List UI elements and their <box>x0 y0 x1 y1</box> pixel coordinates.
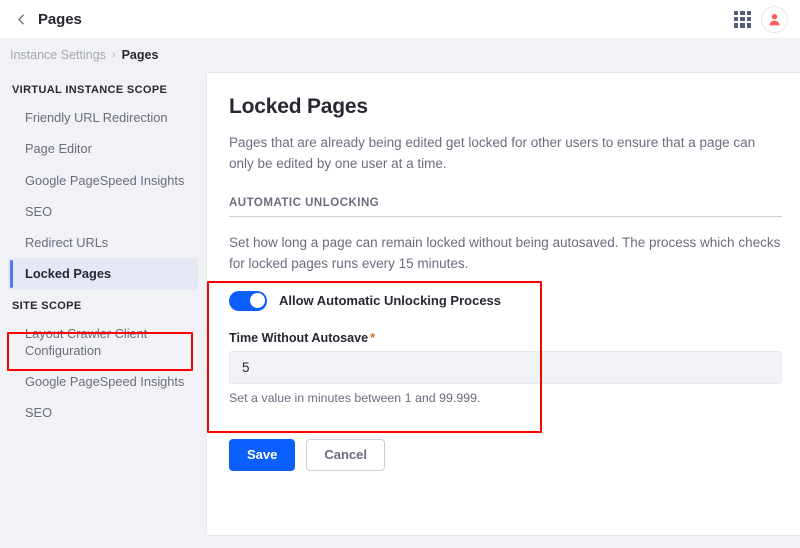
time-without-autosave-help: Set a value in minutes between 1 and 99.… <box>229 390 481 405</box>
top-bar-actions <box>734 5 790 33</box>
form-actions: Save Cancel <box>229 438 782 471</box>
field-label-text: Time Without Autosave <box>229 330 369 345</box>
grid-cell <box>746 23 751 28</box>
avatar[interactable] <box>761 5 788 33</box>
page-title: Pages <box>38 10 82 28</box>
settings-sidebar: VIRTUAL INSTANCE SCOPE Friendly URL Redi… <box>0 72 206 548</box>
grid-cell <box>734 23 739 28</box>
sidebar-item-layout-crawler-client-configuration[interactable]: Layout Crawler Client Configuration <box>0 318 206 367</box>
sidebar-item-seo-site[interactable]: SEO <box>0 397 206 428</box>
grid-cell <box>740 16 745 22</box>
section-description: Set how long a page can remain locked wi… <box>229 234 781 271</box>
sidebar-group-label-site-scope: SITE SCOPE <box>12 299 82 312</box>
cancel-button[interactable]: Cancel <box>306 438 386 471</box>
chevron-left-icon[interactable] <box>10 8 32 30</box>
card-title: Locked Pages <box>229 95 368 118</box>
main-content: Locked Pages Pages that are already bein… <box>206 72 800 548</box>
breadcrumb-separator-icon: › <box>111 49 116 61</box>
grid-cell <box>740 10 745 15</box>
sidebar-item-seo[interactable]: SEO <box>0 196 206 227</box>
app-grid-icon[interactable] <box>734 10 751 28</box>
required-asterisk-icon: * <box>370 330 376 345</box>
time-without-autosave-input[interactable]: 5 <box>229 350 782 384</box>
section-divider <box>229 215 782 217</box>
sidebar-item-redirect-urls[interactable]: Redirect URLs <box>0 227 206 258</box>
breadcrumb: Instance Settings › Pages <box>0 38 800 72</box>
sidebar-group-label-virtual-instance-scope: VIRTUAL INSTANCE SCOPE <box>12 84 168 96</box>
time-without-autosave-label: Time Without Autosave * <box>229 331 782 345</box>
save-button[interactable]: Save <box>229 438 296 471</box>
grid-cell <box>746 10 751 15</box>
breadcrumb-parent[interactable]: Instance Settings <box>10 48 106 62</box>
locked-pages-card: Locked Pages Pages that are already bein… <box>206 72 800 536</box>
sidebar-item-friendly-url-redirection[interactable]: Friendly URL Redirection <box>0 102 206 133</box>
sidebar-item-page-editor[interactable]: Page Editor <box>0 133 206 164</box>
toggle-knob <box>249 293 265 309</box>
breadcrumb-current: Pages <box>121 48 159 62</box>
allow-automatic-unlocking-toggle[interactable] <box>229 290 267 311</box>
page-body: VIRTUAL INSTANCE SCOPE Friendly URL Redi… <box>0 72 800 548</box>
grid-cell <box>746 16 751 22</box>
sidebar-item-locked-pages[interactable]: Locked Pages <box>8 258 198 290</box>
grid-cell <box>734 10 739 15</box>
card-description: Pages that are already being edited get … <box>229 135 756 171</box>
allow-automatic-unlocking-row: Allow Automatic Unlocking Process <box>229 290 782 311</box>
sidebar-item-google-pagespeed-insights-site[interactable]: Google PageSpeed Insights <box>0 366 206 397</box>
grid-cell <box>740 23 745 28</box>
allow-automatic-unlocking-label: Allow Automatic Unlocking Process <box>279 293 502 309</box>
section-heading-automatic-unlocking: AUTOMATIC UNLOCKING <box>229 196 380 209</box>
top-bar: Pages <box>0 0 800 38</box>
sidebar-item-google-pagespeed-insights[interactable]: Google PageSpeed Insights <box>0 165 206 196</box>
grid-cell <box>734 16 739 22</box>
